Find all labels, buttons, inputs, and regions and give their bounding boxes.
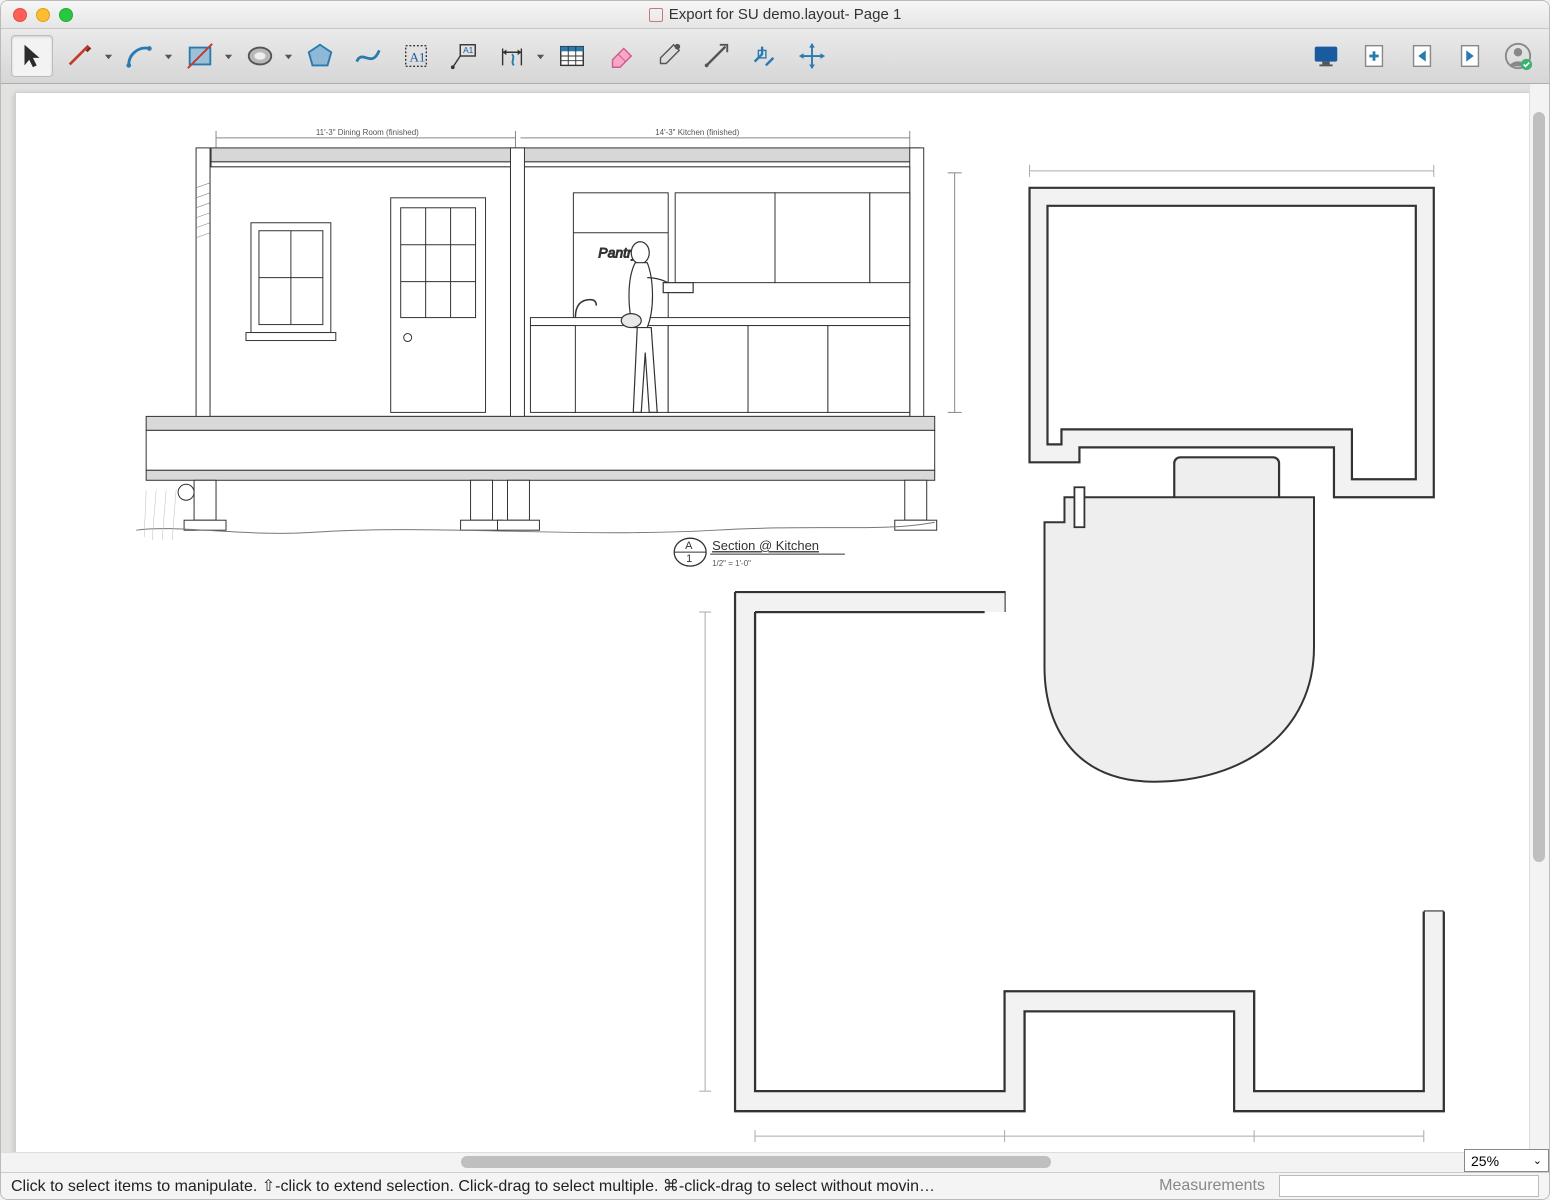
section-title: Section @ Kitchen <box>712 538 819 553</box>
select-tool[interactable] <box>11 35 53 77</box>
chevron-down-icon: ⌄ <box>1533 1154 1542 1167</box>
app-window: Export for SU demo.layout- Page 1 <box>0 0 1550 1200</box>
next-page-button[interactable] <box>1449 35 1491 77</box>
dim-dining-label: 11'-3" Dining Room (finished) <box>316 128 419 137</box>
previous-page-button[interactable] <box>1401 35 1443 77</box>
section-drawing: 11'-3" Dining Room (finished) 14'-3" Kit… <box>136 128 961 568</box>
section-letter: A <box>685 540 693 552</box>
section-number: 1 <box>686 553 692 565</box>
add-page-button[interactable] <box>1353 35 1395 77</box>
document-icon <box>649 8 663 22</box>
arc-tool[interactable] <box>119 35 161 77</box>
measurements-label: Measurements <box>1159 1177 1265 1195</box>
close-window-button[interactable] <box>13 8 27 22</box>
style-eyedropper-tool[interactable] <box>647 35 689 77</box>
svg-text:A1: A1 <box>463 45 474 55</box>
move-scale-tool[interactable] <box>791 35 833 77</box>
account-button[interactable] <box>1497 35 1539 77</box>
horizontal-scroll-thumb[interactable] <box>461 1156 1051 1168</box>
split-tool[interactable] <box>695 35 737 77</box>
dimension-tool[interactable] <box>491 35 533 77</box>
status-bar: Click to select items to manipulate. ⇧-c… <box>1 1172 1549 1199</box>
circle-tool[interactable] <box>239 35 281 77</box>
drawing-page[interactable]: 11'-3" Dining Room (finished) 14'-3" Kit… <box>15 92 1531 1172</box>
line-tool-dropdown[interactable] <box>103 52 113 61</box>
vertical-scrollbar[interactable] <box>1529 84 1549 1152</box>
status-hint: Click to select items to manipulate. ⇧-c… <box>11 1176 1145 1196</box>
polygon-tool[interactable] <box>299 35 341 77</box>
line-tool[interactable] <box>59 35 101 77</box>
svg-text:A1: A1 <box>409 50 425 65</box>
window-controls <box>1 8 73 22</box>
canvas-area: 11'-3" Dining Room (finished) 14'-3" Kit… <box>1 84 1549 1172</box>
freehand-tool[interactable] <box>347 35 389 77</box>
minimize-window-button[interactable] <box>36 8 50 22</box>
table-tool[interactable] <box>551 35 593 77</box>
rectangle-tool[interactable] <box>179 35 221 77</box>
horizontal-scrollbar[interactable] <box>1 1152 1494 1172</box>
arc-tool-dropdown[interactable] <box>163 52 173 61</box>
window-title: Export for SU demo.layout- Page 1 <box>669 6 902 23</box>
text-tool[interactable]: A1 <box>395 35 437 77</box>
section-scale: 1/2" = 1'-0" <box>712 559 751 568</box>
dim-kitchen-label: 14'-3" Kitchen (finished) <box>655 128 739 137</box>
presentation-button[interactable] <box>1305 35 1347 77</box>
vertical-scroll-thumb[interactable] <box>1533 112 1545 862</box>
zoom-window-button[interactable] <box>59 8 73 22</box>
measurements-input[interactable] <box>1279 1175 1539 1197</box>
titlebar: Export for SU demo.layout- Page 1 <box>1 1 1549 29</box>
dimension-tool-dropdown[interactable] <box>535 52 545 61</box>
label-tool[interactable]: A1 <box>443 35 485 77</box>
circle-tool-dropdown[interactable] <box>283 52 293 61</box>
main-toolbar: A1 A1 <box>1 29 1549 84</box>
rectangle-tool-dropdown[interactable] <box>223 52 233 61</box>
join-tool[interactable] <box>743 35 785 77</box>
zoom-select[interactable]: 25% ⌄ <box>1464 1149 1549 1172</box>
eraser-tool[interactable] <box>599 35 641 77</box>
section-callout: A 1 Section @ Kitchen 1/2" = 1'-0" <box>674 538 845 568</box>
zoom-value: 25% <box>1471 1153 1499 1169</box>
